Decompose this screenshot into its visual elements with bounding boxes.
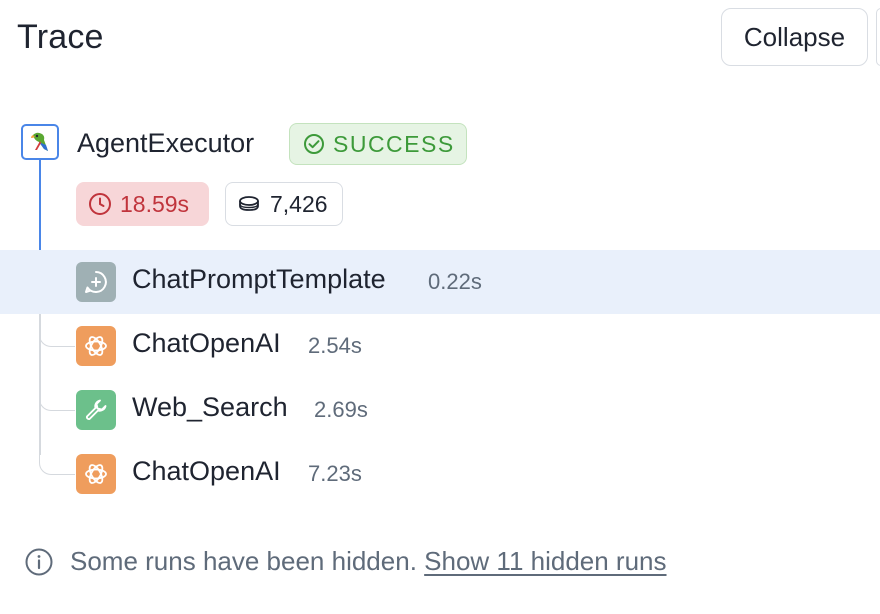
- run-time: 7.23s: [308, 461, 362, 486]
- run-row-web-search[interactable]: Web_Search 2.69s: [0, 378, 880, 442]
- run-row-chatprompttemplate[interactable]: ChatPromptTemplate 0.22s: [0, 250, 880, 314]
- hidden-runs-notice: Some runs have been hidden. Show 11 hidd…: [24, 546, 667, 577]
- latency-value: 18.59s: [120, 190, 190, 217]
- run-time: 0.22s: [428, 269, 482, 294]
- tokens-value: 7,426: [270, 190, 328, 217]
- run-name: ChatPromptTemplate: [132, 264, 386, 294]
- clock-icon: [89, 193, 111, 215]
- wrench-icon: [86, 399, 107, 420]
- chat-prompt-icon: [85, 271, 107, 293]
- run-name: Web_Search: [132, 392, 288, 422]
- root-run-icon[interactable]: [21, 124, 59, 160]
- run-name: ChatOpenAI: [132, 328, 281, 358]
- run-icon: [76, 454, 116, 494]
- openai-icon: [85, 336, 107, 356]
- parrot-icon: [31, 132, 48, 151]
- show-hidden-runs-link[interactable]: Show 11 hidden runs: [424, 546, 666, 576]
- trace-title: Trace: [17, 18, 104, 56]
- status-text: SUCCESS: [333, 130, 455, 157]
- tokens-badge: 7,426: [225, 182, 343, 226]
- coins-icon: [239, 196, 259, 211]
- run-icon: [76, 262, 116, 302]
- toolbar-button-partial[interactable]: [876, 8, 880, 66]
- info-icon: [25, 548, 53, 575]
- openai-icon: [85, 464, 107, 484]
- run-time: 2.69s: [314, 397, 368, 422]
- hidden-runs-message: Some runs have been hidden.: [70, 546, 417, 576]
- run-time: 2.54s: [308, 333, 362, 358]
- run-name: ChatOpenAI: [132, 456, 281, 486]
- root-run-name[interactable]: AgentExecutor: [77, 128, 254, 159]
- run-row-chatopenai[interactable]: ChatOpenAI 2.54s: [0, 314, 880, 378]
- status-badge: SUCCESS: [289, 123, 467, 165]
- run-icon: [76, 390, 116, 430]
- latency-badge: 18.59s: [76, 182, 209, 226]
- collapse-button[interactable]: Collapse: [721, 8, 868, 66]
- check-circle-icon: [304, 134, 324, 154]
- run-row-chatopenai[interactable]: ChatOpenAI 7.23s: [0, 442, 880, 506]
- run-icon: [76, 326, 116, 366]
